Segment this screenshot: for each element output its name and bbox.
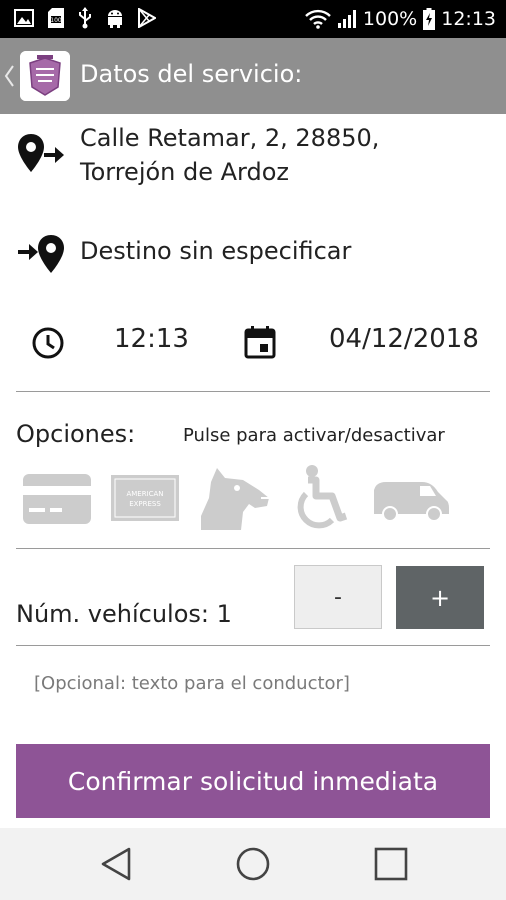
status-indicators: 100% 12:13 bbox=[305, 0, 496, 38]
play-store-icon bbox=[138, 8, 156, 28]
calendar-icon[interactable] bbox=[244, 325, 276, 363]
decrease-vehicles-button[interactable]: - bbox=[294, 565, 382, 629]
origin-pin-icon bbox=[17, 132, 65, 180]
wifi-icon bbox=[305, 9, 331, 29]
battery-percent: 100% bbox=[362, 8, 418, 30]
app-title: Datos del servicio: bbox=[80, 60, 303, 88]
confirm-request-button[interactable]: Confirmar solicitud inmediata bbox=[16, 744, 490, 818]
recents-square-icon[interactable] bbox=[373, 846, 409, 886]
divider bbox=[16, 645, 490, 646]
navigation-bar bbox=[0, 828, 506, 900]
time-value[interactable]: 12:13 bbox=[114, 324, 189, 354]
back-triangle-icon[interactable] bbox=[99, 846, 133, 886]
usb-icon bbox=[78, 7, 92, 29]
driver-note-input[interactable] bbox=[34, 668, 474, 698]
divider bbox=[16, 391, 490, 392]
signal-icon bbox=[337, 9, 357, 29]
back-chevron-icon[interactable] bbox=[3, 64, 15, 92]
battery-icon bbox=[423, 8, 436, 30]
amex-card-icon[interactable]: AMERICAN EXPRESS bbox=[111, 475, 179, 525]
options-label: Opciones: bbox=[16, 420, 136, 448]
home-circle-icon[interactable] bbox=[235, 846, 271, 886]
vehicles-count-label: Núm. vehículos: 1 bbox=[16, 600, 232, 628]
status-time: 12:13 bbox=[441, 8, 496, 30]
app-bar: Datos del servicio: bbox=[0, 38, 506, 114]
svg-text:EXPRESS: EXPRESS bbox=[129, 500, 161, 508]
destination-pin-icon bbox=[17, 233, 65, 281]
notification-icons: 100 bbox=[14, 7, 156, 29]
sd-card-icon: 100 bbox=[47, 7, 65, 29]
image-icon bbox=[14, 8, 34, 28]
van-icon[interactable] bbox=[372, 478, 450, 526]
status-bar: 100 100% 12:13 bbox=[0, 0, 506, 38]
divider bbox=[16, 548, 490, 549]
destination-address[interactable]: Destino sin especificar bbox=[80, 237, 351, 265]
amex-card-text: AMERICAN bbox=[126, 490, 163, 498]
origin-address[interactable]: Calle Retamar, 2, 28850, Torrejón de Ard… bbox=[80, 121, 480, 189]
date-value[interactable]: 04/12/2018 bbox=[329, 324, 479, 354]
credit-card-icon[interactable] bbox=[22, 473, 92, 529]
clock-icon[interactable] bbox=[31, 326, 65, 364]
wheelchair-icon[interactable] bbox=[292, 464, 352, 536]
increase-vehicles-button[interactable]: + bbox=[396, 566, 484, 629]
app-logo[interactable] bbox=[20, 51, 70, 101]
dog-icon[interactable] bbox=[197, 464, 271, 536]
options-hint: Pulse para activar/desactivar bbox=[183, 425, 445, 446]
android-icon bbox=[105, 8, 125, 28]
svg-text:100: 100 bbox=[50, 17, 62, 24]
